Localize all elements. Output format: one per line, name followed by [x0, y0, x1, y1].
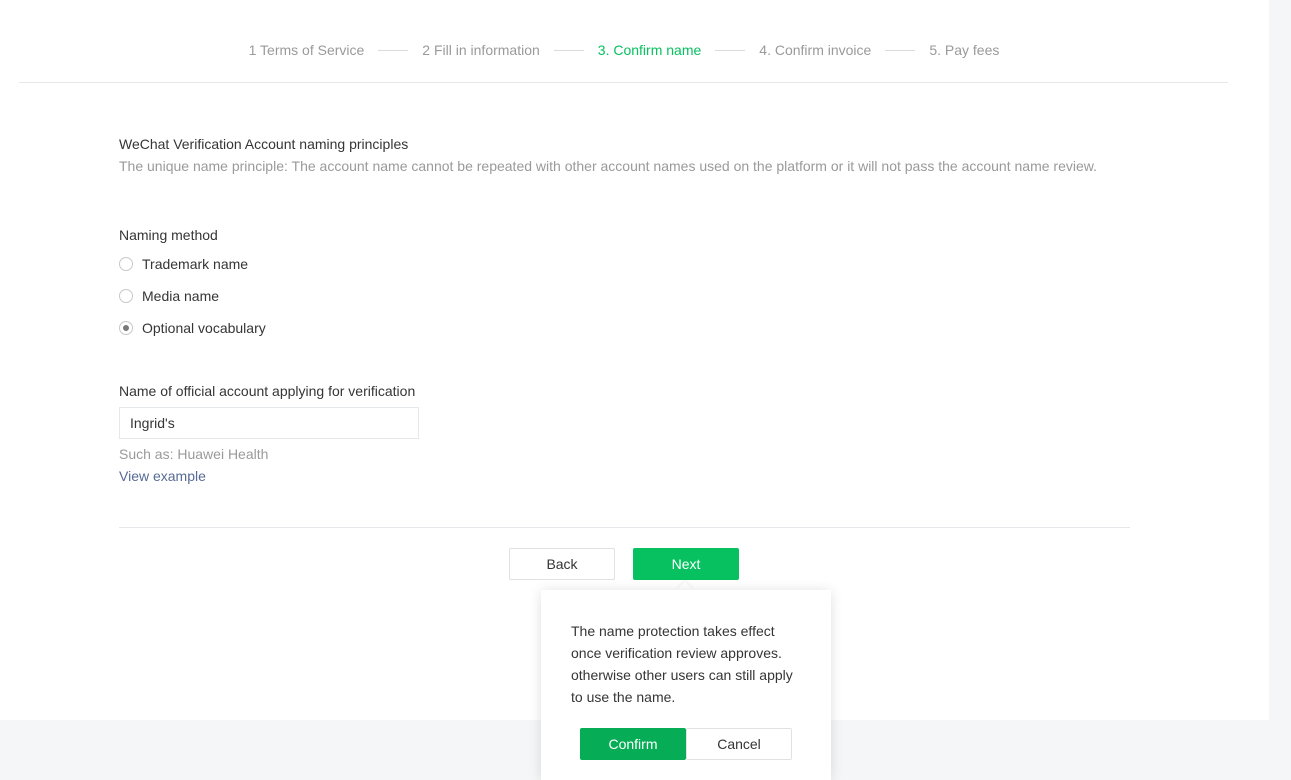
principles-title: WeChat Verification Account naming princ…	[119, 136, 409, 152]
back-button[interactable]: Back	[509, 548, 615, 580]
naming-method-radio-group: Trademark name Media name Optional vocab…	[119, 248, 1119, 344]
step-pay-fees: 5. Pay fees	[929, 42, 1000, 58]
step-connector	[715, 49, 746, 51]
account-name-input[interactable]	[119, 407, 419, 439]
radio-label: Optional vocabulary	[142, 320, 266, 336]
step-confirm-name: 3. Confirm name	[597, 42, 702, 58]
step-fill-in-information: 2 Fill in information	[422, 42, 540, 58]
view-example-link[interactable]: View example	[119, 468, 206, 484]
cancel-button[interactable]: Cancel	[686, 728, 792, 760]
step-connector	[885, 49, 916, 51]
naming-principles-section: WeChat Verification Account naming princ…	[119, 133, 1119, 177]
account-name-label: Name of official account applying for ve…	[119, 383, 416, 399]
step-confirm-invoice: 4. Confirm invoice	[759, 42, 872, 58]
confirm-popover: The name protection takes effect once ve…	[541, 590, 831, 780]
footer-divider	[119, 527, 1130, 528]
step-connector	[553, 49, 584, 51]
radio-button[interactable]	[119, 257, 133, 271]
radio-optional-vocabulary[interactable]: Optional vocabulary	[119, 312, 1119, 344]
account-name-section: Name of official account applying for ve…	[119, 380, 1119, 487]
confirm-button[interactable]: Confirm	[580, 728, 686, 760]
popover-message: The name protection takes effect once ve…	[571, 623, 793, 705]
naming-method-section: Naming method Trademark name Media name …	[119, 224, 1119, 344]
radio-label: Trademark name	[142, 256, 249, 272]
progress-steps: 1 Terms of Service 2 Fill in information…	[0, 42, 1248, 58]
step-connector	[378, 49, 409, 51]
principles-description: The unique name principle: The account n…	[119, 158, 1097, 174]
steps-divider	[19, 82, 1228, 83]
account-name-hint: Such as: Huawei Health	[119, 446, 269, 462]
step-terms-of-service: 1 Terms of Service	[248, 42, 365, 58]
radio-trademark-name[interactable]: Trademark name	[119, 248, 1119, 280]
radio-button-selected[interactable]	[119, 321, 133, 335]
naming-method-label: Naming method	[119, 227, 218, 243]
next-button[interactable]: Next	[633, 548, 739, 580]
radio-label: Media name	[142, 288, 220, 304]
radio-media-name[interactable]: Media name	[119, 280, 1119, 312]
radio-button[interactable]	[119, 289, 133, 303]
